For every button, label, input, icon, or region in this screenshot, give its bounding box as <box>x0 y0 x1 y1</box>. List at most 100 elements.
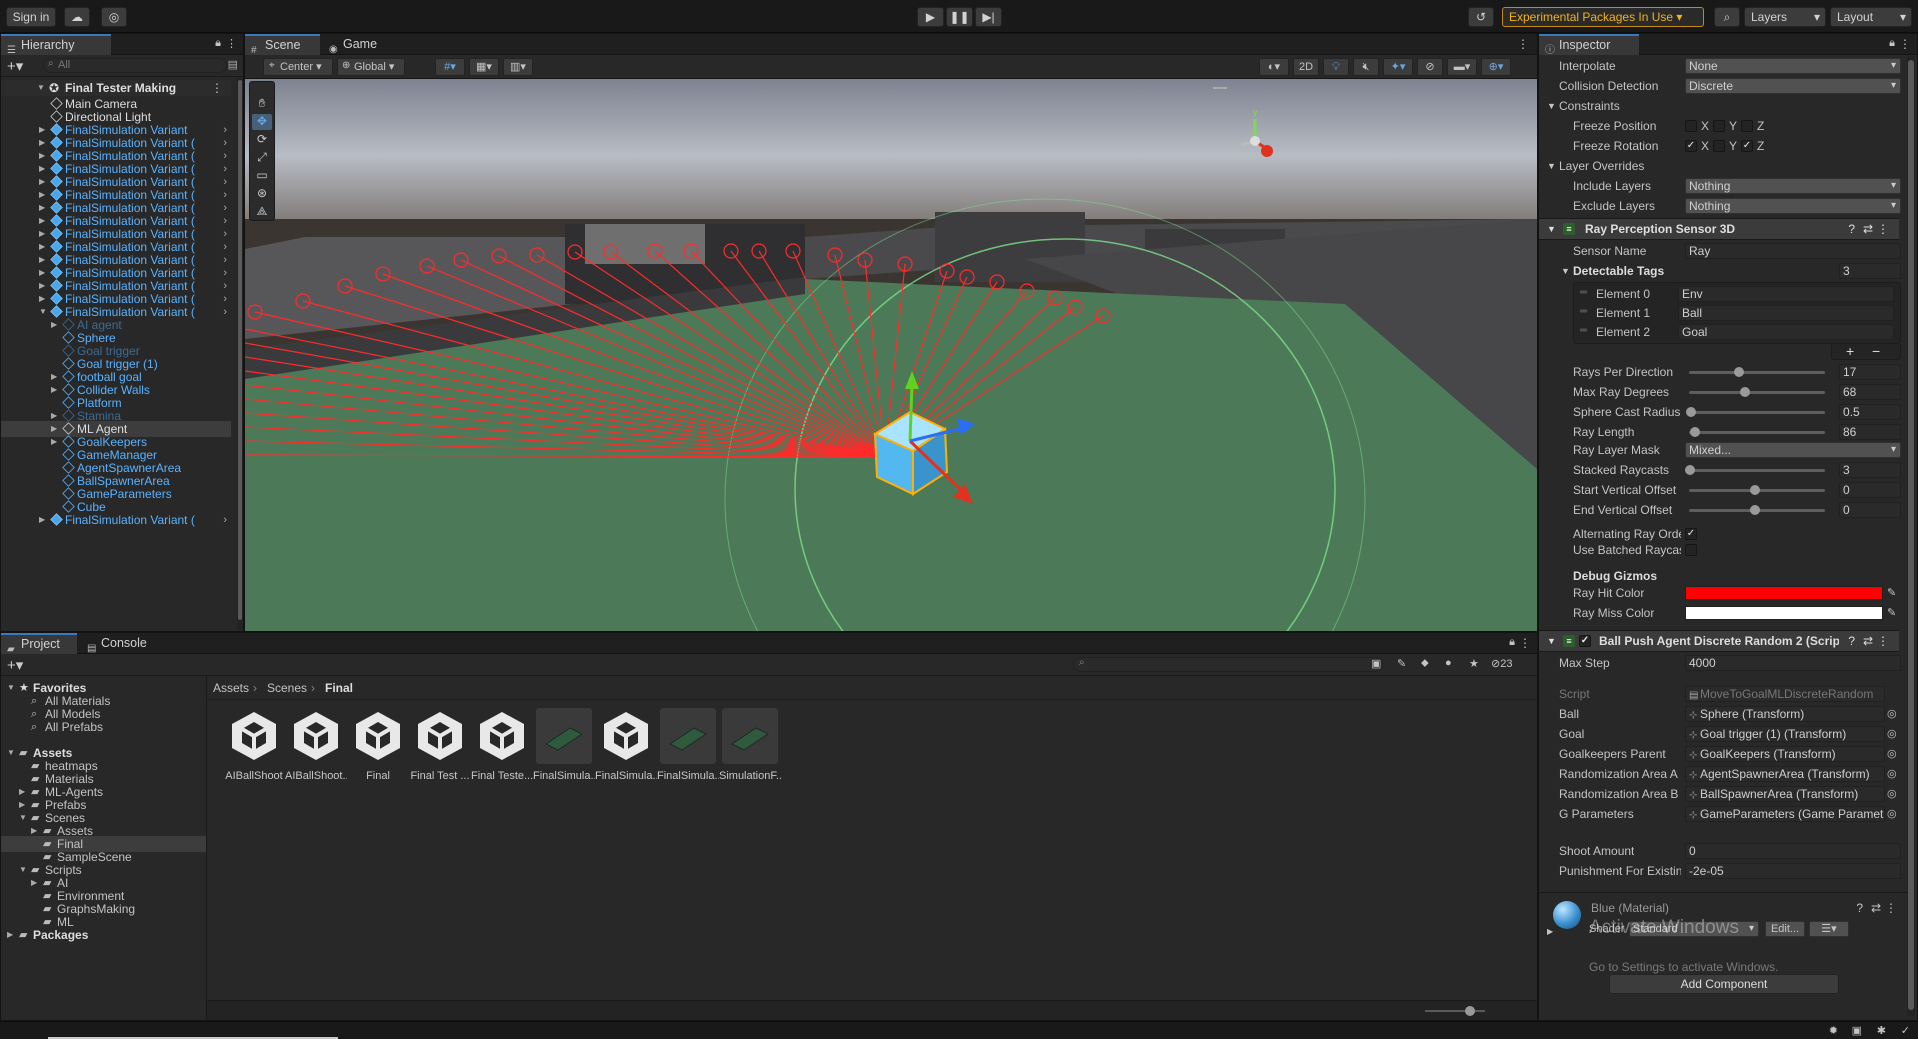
slider-value-input[interactable]: 0.5 <box>1839 404 1901 420</box>
lock-icon[interactable]: 🔒︎ <box>1509 636 1515 649</box>
breadcrumb-scenes[interactable]: Scenes <box>267 681 307 695</box>
use-batched-raycasts-checkbox[interactable] <box>1685 544 1697 556</box>
tags-count-input[interactable]: 3 <box>1839 263 1901 279</box>
object-picker-icon[interactable]: ◎ <box>1887 704 1897 724</box>
asset-item[interactable]: AIBallShoot <box>223 708 285 782</box>
rotate-tool-icon[interactable]: ⟳ <box>252 132 272 148</box>
slider-thumb[interactable] <box>1685 465 1695 475</box>
tab-inspector[interactable]: ⓘ Inspector <box>1539 34 1639 56</box>
slider-value-input[interactable]: 3 <box>1839 462 1901 478</box>
slider-value-input[interactable]: 68 <box>1839 384 1901 400</box>
edit-shader-button[interactable]: Edit... <box>1765 921 1805 937</box>
add-component-button[interactable]: Add Component <box>1609 974 1839 994</box>
debug-icon[interactable]: ✹ <box>1829 1024 1838 1037</box>
tag-icon[interactable]: ⬥ <box>1421 657 1429 670</box>
hierarchy-item[interactable]: ▶ FinalSimulation Variant (› <box>1 512 231 528</box>
layer-overrides-row[interactable]: ▼ Layer Overrides <box>1539 156 1899 176</box>
project-tree-item[interactable]: ▶ ▰ Packages <box>1 927 206 943</box>
bug-icon[interactable]: ✱ <box>1877 1024 1886 1037</box>
inspector-scrollbar[interactable] <box>1907 56 1915 1016</box>
hierarchy-search-input[interactable]: All <box>43 58 227 73</box>
shader-menu-icon[interactable]: ☰▾ <box>1809 921 1849 937</box>
custom-tool-icon[interactable]: ⟁ <box>252 204 272 220</box>
object-picker-icon[interactable]: ◎ <box>1887 724 1897 744</box>
tag-element-input[interactable]: Env <box>1678 286 1894 302</box>
package-icon[interactable]: ▣ <box>1852 1024 1862 1037</box>
gizmos-toggle-icon[interactable]: ⊕▾ <box>1481 58 1511 76</box>
slider-thumb[interactable] <box>1750 485 1760 495</box>
slider-value-input[interactable]: 17 <box>1839 364 1901 380</box>
object-reference-field[interactable]: BallSpawnerArea (Transform) <box>1685 786 1885 802</box>
freeze-rotation-y-checkbox[interactable] <box>1713 140 1725 152</box>
tab-hierarchy[interactable]: ☰ Hierarchy <box>1 34 111 56</box>
asset-item[interactable]: FinalSimula... <box>595 708 657 782</box>
tab-project[interactable]: ▰ Project <box>1 633 77 655</box>
presets-icon[interactable]: ⇄ <box>1863 631 1873 651</box>
agent-enabled-checkbox[interactable]: ✓ <box>1579 635 1591 647</box>
search-by-type-icon[interactable]: ▣ <box>1371 657 1381 670</box>
expand-arrow-icon[interactable]: ▶ <box>7 927 13 943</box>
grid-snap-button[interactable]: #▾ <box>435 58 465 76</box>
freeze-rotation-z-checkbox[interactable]: ✓ <box>1741 140 1753 152</box>
breadcrumb-assets[interactable]: Assets <box>213 681 249 695</box>
scene-render[interactable]: y <box>245 79 1537 631</box>
slider-thumb[interactable] <box>1734 367 1744 377</box>
ray-hit-color-swatch[interactable] <box>1685 586 1883 600</box>
scale-tool-icon[interactable]: ⤢ <box>252 150 272 166</box>
hidden-packages-icon[interactable]: ⊘23 <box>1491 657 1512 670</box>
shoot-amount-input[interactable]: 0 <box>1685 843 1901 859</box>
experimental-packages-badge[interactable]: Experimental Packages In Use ▾ <box>1502 7 1704 27</box>
asset-item[interactable]: FinalSimula... <box>657 708 719 782</box>
tab-scene[interactable]: # Scene <box>245 34 320 56</box>
asset-item[interactable]: SimulationF... <box>719 708 781 782</box>
slider-track[interactable] <box>1689 391 1825 394</box>
interpolate-dropdown[interactable]: None <box>1685 58 1901 74</box>
alternating-ray-order-checkbox[interactable]: ✓ <box>1685 528 1697 540</box>
object-picker-icon[interactable]: ◎ <box>1887 764 1897 784</box>
slider-thumb[interactable] <box>1740 387 1750 397</box>
object-reference-field[interactable]: GoalKeepers (Transform) <box>1685 746 1885 762</box>
asset-item[interactable]: Final Teste... <box>471 708 533 782</box>
tag-element-input[interactable]: Ball <box>1678 305 1894 321</box>
constraints-row[interactable]: ▼ Constraints <box>1539 96 1899 116</box>
asset-item[interactable]: FinalSimula... <box>533 708 595 782</box>
include-layers-dropdown[interactable]: Nothing <box>1685 178 1901 194</box>
eyedropper-icon[interactable]: ✎ <box>1887 603 1896 623</box>
object-reference-field[interactable]: Sphere (Transform) <box>1685 706 1885 722</box>
collab-icon[interactable]: ◎ <box>101 7 127 27</box>
ray-layer-mask-dropdown[interactable]: Mixed... <box>1685 442 1901 458</box>
slider-value-input[interactable]: 0 <box>1839 502 1901 518</box>
kebab-menu-icon[interactable]: ⋮ <box>1899 37 1911 51</box>
foldout-arrow-icon[interactable]: ▼ <box>1547 219 1556 239</box>
sensor-name-input[interactable]: Ray <box>1685 243 1901 259</box>
kebab-menu-icon[interactable]: ⋮ <box>1517 37 1529 51</box>
scene-row[interactable]: ▼ ✪ Final Tester Making ⋮ <box>1 80 231 96</box>
increment-snap-button[interactable]: ▥▾ <box>503 58 533 76</box>
slider-value-input[interactable]: 0 <box>1839 482 1901 498</box>
check-icon[interactable]: ✓ <box>1901 1024 1910 1037</box>
object-picker-icon[interactable]: ◎ <box>1887 744 1897 764</box>
presets-icon[interactable]: ⇄ <box>1871 901 1881 915</box>
sign-in-button[interactable]: Sign in <box>6 7 56 27</box>
camera-settings-icon[interactable]: ▬▾ <box>1447 58 1477 76</box>
search-icon[interactable]: ⌕ <box>1714 7 1740 27</box>
punishment-input[interactable]: -2e-05 <box>1685 863 1901 879</box>
kebab-menu-icon[interactable]: ⋮ <box>1519 636 1531 650</box>
lock-icon[interactable]: 🔒︎ <box>1889 37 1895 50</box>
play-button[interactable]: ▶ <box>917 7 944 27</box>
detectable-tags-row[interactable]: ▼ Detectable Tags 3 <box>1539 261 1901 281</box>
project-search-input[interactable] <box>1073 657 1383 672</box>
freeze-rotation-x-checkbox[interactable]: ✓ <box>1685 140 1697 152</box>
create-icon[interactable]: +▾ <box>7 656 23 674</box>
foldout-arrow-icon[interactable]: ▼ <box>1547 156 1556 176</box>
add-icon[interactable]: +▾ <box>7 57 23 75</box>
hand-tool-icon[interactable]: ✋︎ <box>252 96 272 112</box>
rect-tool-icon[interactable]: ▭ <box>252 168 272 184</box>
hierarchy-scroll-thumb[interactable] <box>238 80 242 620</box>
tab-game[interactable]: ◉ Game <box>323 34 393 55</box>
expand-arrow-icon[interactable]: ▶ <box>39 512 45 528</box>
slider-thumb[interactable] <box>1750 505 1760 515</box>
effects-toggle-icon[interactable]: ✦▾ <box>1383 58 1413 76</box>
audio-toggle-icon[interactable]: 🔇︎ <box>1353 58 1379 76</box>
asset-item[interactable]: Final Test ... <box>409 708 471 782</box>
